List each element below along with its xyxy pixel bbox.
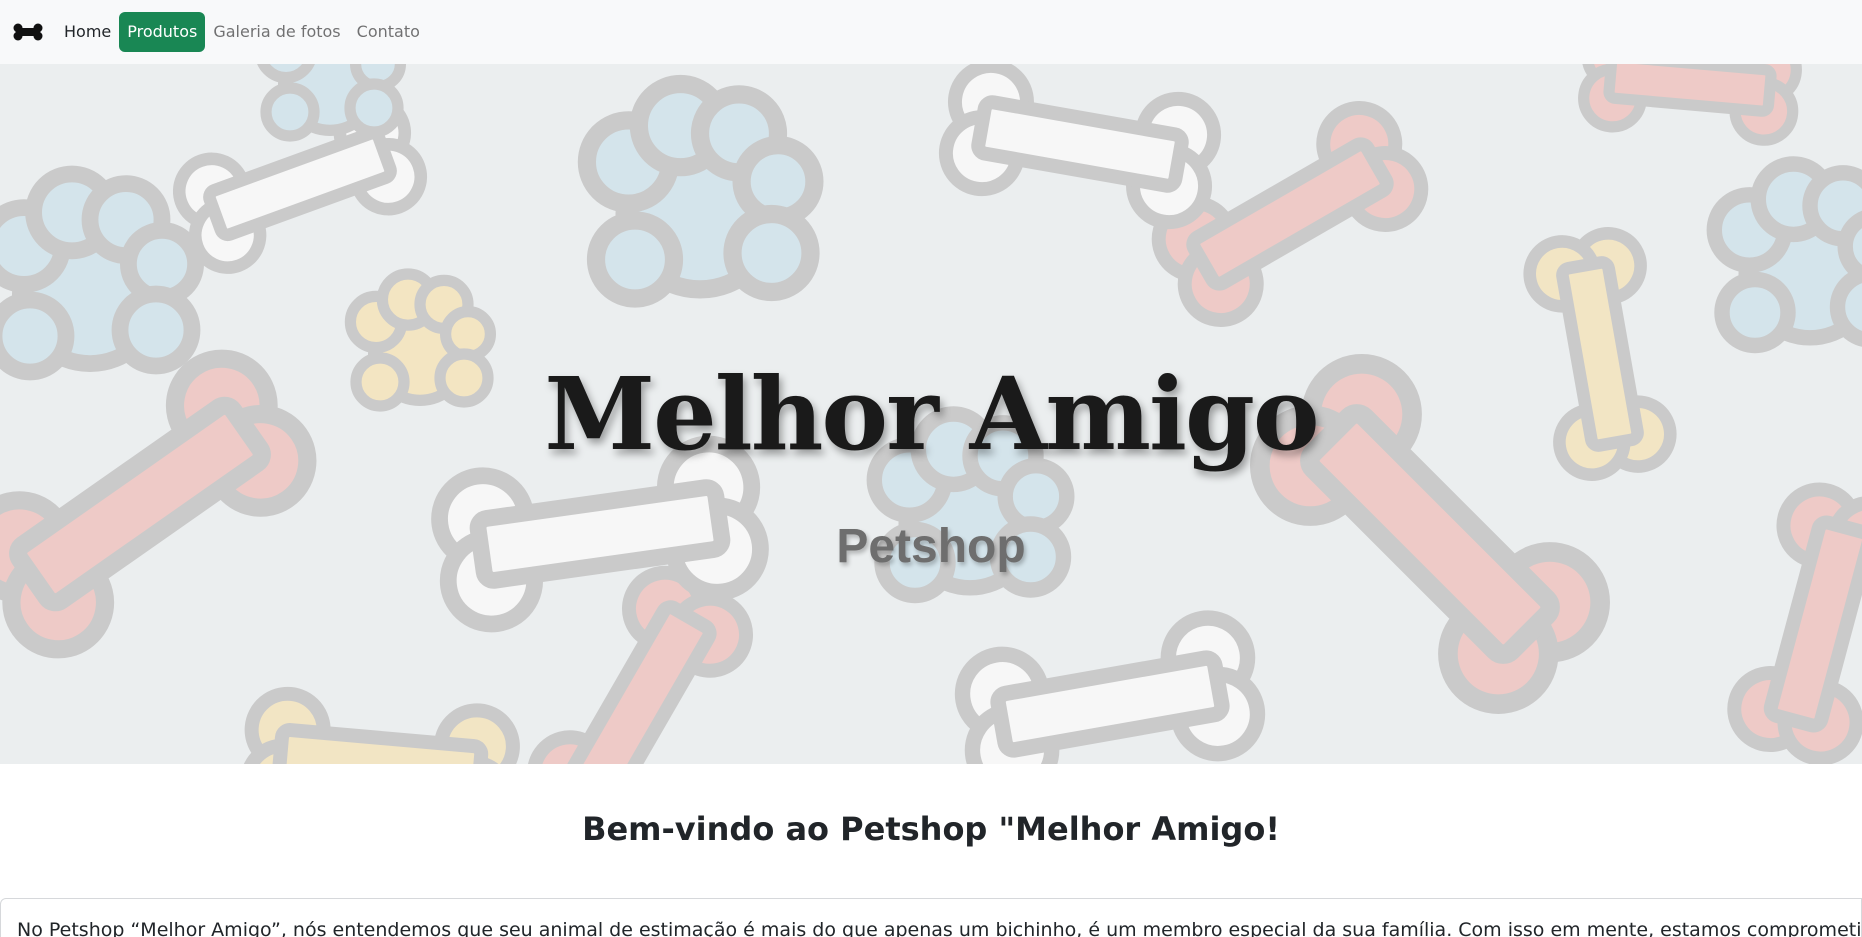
nav-link-galeria[interactable]: Galeria de fotos (205, 13, 348, 51)
intro-card: No Petshop “Melhor Amigo”, nós entendemo… (0, 898, 1862, 937)
nav-link-contato[interactable]: Contato (349, 13, 428, 51)
bone-icon[interactable] (12, 16, 44, 48)
intro-text: No Petshop “Melhor Amigo”, nós entendemo… (17, 919, 1862, 937)
hero-title: Melhor Amigo (544, 355, 1319, 473)
navbar: Home Produtos Galeria de fotos Contato (0, 0, 1862, 64)
nav-link-produtos[interactable]: Produtos (119, 12, 206, 52)
welcome-heading: Bem-vindo ao Petshop "Melhor Amigo! (582, 810, 1280, 848)
nav-link-home[interactable]: Home (64, 13, 119, 51)
hero-subtitle: Petshop (836, 520, 1026, 573)
hero-banner: Melhor Amigo Petshop (0, 64, 1862, 764)
